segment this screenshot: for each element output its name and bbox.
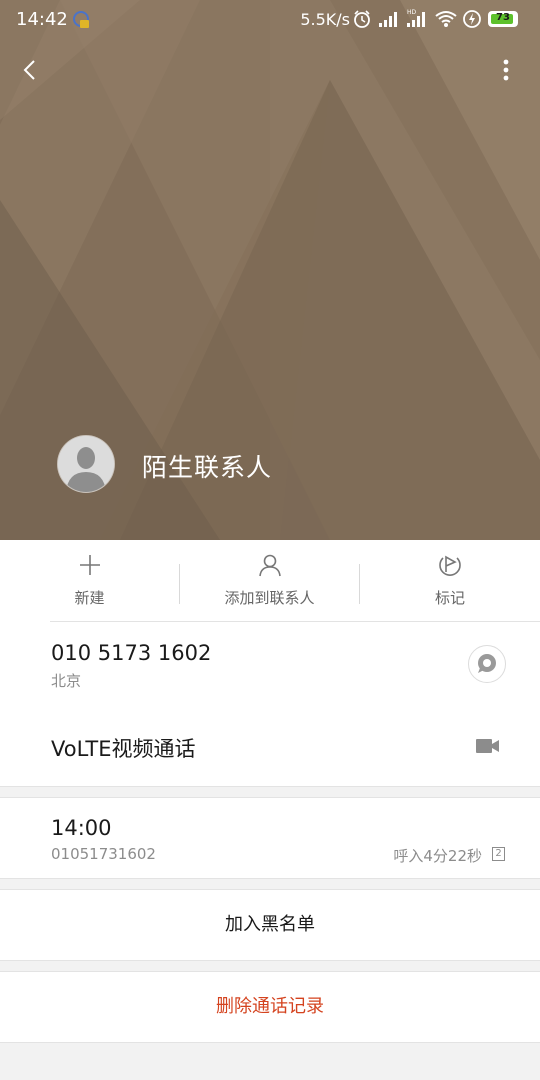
new-contact-label: 新建 <box>74 589 105 607</box>
phone-number-section: 010 5173 1602 北京 VoLTE视频通话 <box>0 621 540 787</box>
action-bar: 新建 添加到联系人 标记 <box>0 540 540 622</box>
battery-level: 73 <box>496 12 510 23</box>
call-detail: 呼入4分22秒 <box>393 847 482 865</box>
avatar[interactable] <box>58 436 114 492</box>
phone-location: 北京 <box>51 672 82 690</box>
battery-icon: 73 <box>488 11 518 27</box>
contact-name: 陌生联系人 <box>142 453 273 482</box>
chevron-left-icon <box>23 60 35 80</box>
alarm-icon <box>354 10 370 28</box>
network-speed: 5.5K/s <box>300 10 350 29</box>
wifi-icon <box>435 11 457 27</box>
svg-text:HD: HD <box>407 9 417 16</box>
video-call-option[interactable]: VoLTE视频通话 <box>51 733 196 763</box>
message-button[interactable] <box>468 645 506 683</box>
call-number: 01051731602 <box>51 845 156 863</box>
new-contact-action[interactable]: 新建 <box>0 540 179 622</box>
back-button[interactable] <box>12 52 48 88</box>
signal-icon <box>379 12 397 27</box>
mark-action[interactable]: 标记 <box>360 540 540 622</box>
phone-number[interactable]: 010 5173 1602 <box>51 641 211 665</box>
add-to-contact-label: 添加到联系人 <box>224 589 315 607</box>
add-to-contact-action[interactable]: 添加到联系人 <box>180 540 359 622</box>
video-camera-icon[interactable] <box>476 738 500 754</box>
charging-icon <box>463 10 481 28</box>
more-vertical-icon <box>503 59 509 81</box>
status-bar: 14:42 5.5K/s HD 73 <box>0 0 540 40</box>
row-spacer <box>0 704 540 705</box>
status-time: 14:42 <box>16 9 68 30</box>
call-time: 14:00 <box>51 816 112 840</box>
call-log-entry[interactable]: 14:00 01051731602 呼入4分22秒 2 <box>0 797 540 879</box>
message-icon <box>478 654 496 673</box>
sim-badge: 2 <box>492 847 505 861</box>
add-to-blacklist-button[interactable]: 加入黑名单 <box>0 889 540 961</box>
contact-header: 14:42 5.5K/s HD 73 陌生联系人 <box>0 0 540 540</box>
mark-label: 标记 <box>434 589 465 607</box>
more-options-button[interactable] <box>492 52 520 88</box>
person-icon <box>258 554 281 577</box>
default-avatar-icon <box>58 436 114 492</box>
vpn-lock-icon <box>73 11 89 28</box>
flag-icon <box>439 555 461 576</box>
plus-icon <box>79 555 100 575</box>
divider-gap <box>0 621 50 622</box>
delete-call-log-button[interactable]: 删除通话记录 <box>0 971 540 1043</box>
hd-signal-icon: HD <box>407 9 425 27</box>
